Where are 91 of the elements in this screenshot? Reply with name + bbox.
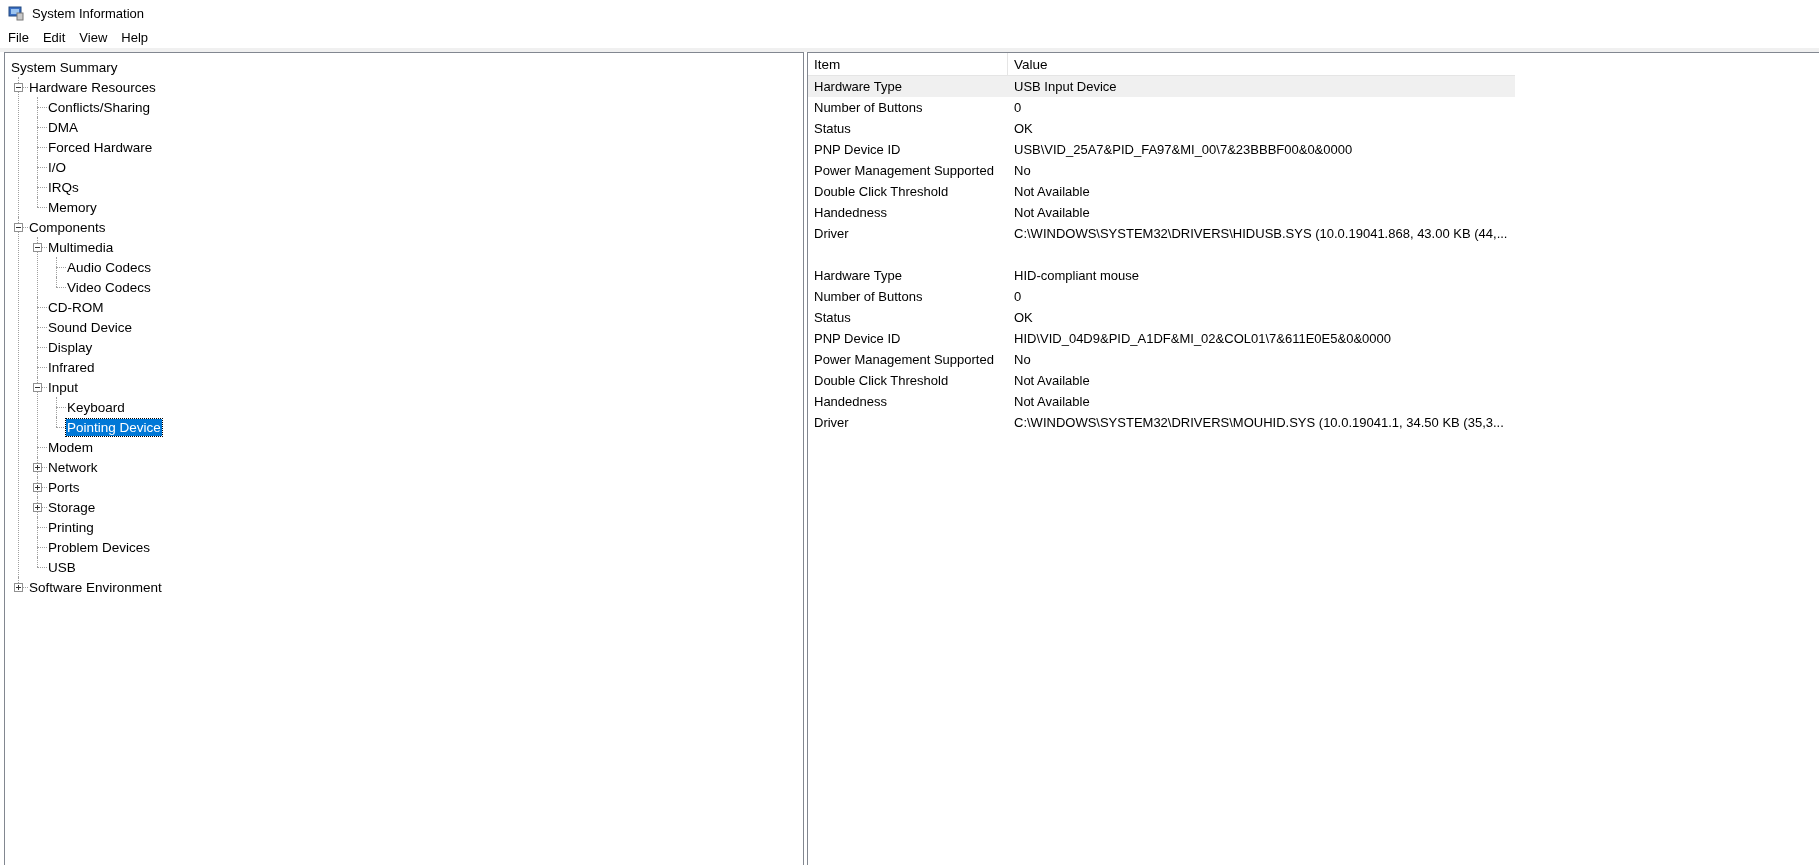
tree-item[interactable]: Conflicts/Sharing — [47, 98, 152, 116]
value-cell-text: No — [1013, 163, 1032, 178]
tree-item[interactable]: System Summary — [10, 58, 119, 76]
tree-item[interactable]: Pointing Device — [66, 418, 162, 436]
collapse-icon[interactable] — [33, 242, 42, 252]
table-row[interactable]: Power Management Supported No — [808, 349, 1516, 370]
item-cell-text: Hardware Type — [813, 268, 903, 283]
value-cell-text: Not Available — [1013, 184, 1091, 199]
table-row[interactable]: Status OK — [808, 307, 1516, 328]
table-row[interactable]: Status OK — [808, 118, 1516, 139]
value-cell-text: 0 — [1013, 289, 1023, 304]
collapse-icon[interactable] — [14, 222, 23, 232]
tree-item[interactable]: Printing — [47, 518, 95, 536]
tree-item[interactable]: Display — [47, 338, 94, 356]
tree-item[interactable]: Software Environment — [28, 578, 163, 596]
column-header[interactable]: Item — [808, 53, 1008, 75]
table-row[interactable]: Number of Buttons 0 — [808, 286, 1516, 307]
value-cell-text: C:\WINDOWS\SYSTEM32\DRIVERS\HIDUSB.SYS (10.0.19041.868, 43.00 KB (44,... — [1013, 226, 1509, 241]
tree-item[interactable]: Components — [28, 218, 107, 236]
expand-icon[interactable] — [14, 582, 23, 592]
tree-item[interactable]: CD-ROM — [47, 298, 105, 316]
table-row[interactable]: Double Click Threshold Not Available — [808, 181, 1516, 202]
table-row[interactable]: Handedness Not Available — [808, 202, 1516, 223]
collapse-icon[interactable] — [33, 382, 42, 392]
window-title: System Information — [32, 5, 144, 21]
tree-item[interactable]: Modem — [47, 438, 94, 456]
tree-item[interactable]: Multimedia — [47, 238, 115, 256]
value-cell-text: HID-compliant mouse — [1013, 268, 1140, 283]
tree-item[interactable]: Forced Hardware — [47, 138, 154, 156]
item-cell-text: Hardware Type — [813, 79, 903, 94]
item-cell-text: Double Click Threshold — [813, 184, 950, 199]
tree-item[interactable]: Storage — [47, 498, 97, 516]
table-row[interactable]: Driver C:\WINDOWS\SYSTEM32\DRIVERS\HIDUSB.SYS (10.0.19041.868, 43.00 KB (44,... — [808, 223, 1516, 244]
tree-item[interactable]: Sound Device — [47, 318, 134, 336]
menu-item[interactable]: Edit — [41, 29, 67, 45]
table-row[interactable]: Number of Buttons 0 — [808, 97, 1516, 118]
collapse-icon[interactable] — [14, 82, 23, 92]
value-cell-text: USB Input Device — [1013, 79, 1118, 94]
tree-item[interactable]: Video Codecs — [66, 278, 152, 296]
item-cell-text: Handedness — [813, 394, 888, 409]
value-cell-text: HID\VID_04D9&PID_A1DF&MI_02&COL01\7&611E0E5&0&0000 — [1013, 331, 1392, 346]
column-header[interactable]: Value — [1008, 53, 1516, 75]
value-cell-text: USB\VID_25A7&PID_FA97&MI_00\7&23BBBF00&0&0000 — [1013, 142, 1354, 157]
tree-item[interactable]: Network — [47, 458, 99, 476]
item-cell-text: Driver — [813, 415, 850, 430]
table-row[interactable]: Hardware Type USB Input Device — [808, 76, 1516, 97]
tree-item[interactable]: Keyboard — [66, 398, 126, 416]
item-cell-text: PNP Device ID — [813, 142, 902, 157]
item-cell-text: Handedness — [813, 205, 888, 220]
item-cell-text: Status — [813, 310, 852, 325]
value-cell-text: C:\WINDOWS\SYSTEM32\DRIVERS\MOUHID.SYS (10.0.19041.1, 34.50 KB (35,3... — [1013, 415, 1505, 430]
tree-item[interactable]: I/O — [47, 158, 67, 176]
table-row[interactable]: Driver C:\WINDOWS\SYSTEM32\DRIVERS\MOUHID.SYS (10.0.19041.1, 34.50 KB (35,3... — [808, 412, 1516, 433]
table-row[interactable]: Power Management Supported No — [808, 160, 1516, 181]
value-cell-text: Not Available — [1013, 205, 1091, 220]
value-cell-text: OK — [1013, 310, 1034, 325]
item-cell-text: Driver — [813, 226, 850, 241]
table-row[interactable]: PNP Device ID HID\VID_04D9&PID_A1DF&MI_02&COL01\7&611E0E5&0&0000 — [808, 328, 1516, 349]
table-row[interactable]: Double Click Threshold Not Available — [808, 370, 1516, 391]
tree-item[interactable]: IRQs — [47, 178, 80, 196]
item-cell-text: Status — [813, 121, 852, 136]
tree-item[interactable]: Hardware Resources — [28, 78, 157, 96]
value-cell-text: No — [1013, 352, 1032, 367]
value-cell-text: Not Available — [1013, 373, 1091, 388]
item-cell-text: Number of Buttons — [813, 289, 924, 304]
item-cell-text: Number of Buttons — [813, 100, 924, 115]
expand-icon[interactable] — [33, 462, 42, 472]
tree-item[interactable]: Ports — [47, 478, 81, 496]
item-cell-text: Power Management Supported — [813, 163, 995, 178]
table-row[interactable]: PNP Device ID USB\VID_25A7&PID_FA97&MI_00\7&23BBBF00&0&0000 — [808, 139, 1516, 160]
value-cell-text: Not Available — [1013, 394, 1091, 409]
item-cell-text: PNP Device ID — [813, 331, 902, 346]
tree-item[interactable]: Infrared — [47, 358, 96, 376]
item-cell-text: Power Management Supported — [813, 352, 995, 367]
tree-item[interactable]: Audio Codecs — [66, 258, 153, 276]
menu-item[interactable]: View — [78, 29, 109, 45]
expand-icon[interactable] — [33, 482, 42, 492]
tree-item[interactable]: Input — [47, 378, 80, 396]
tree-item[interactable]: Memory — [47, 198, 98, 216]
tree-item[interactable]: USB — [47, 558, 77, 576]
menu-item[interactable]: File — [7, 29, 30, 45]
menu-item[interactable]: Help — [120, 29, 150, 45]
tree-item[interactable]: Problem Devices — [47, 538, 152, 556]
item-cell-text: Double Click Threshold — [813, 373, 950, 388]
expand-icon[interactable] — [33, 502, 42, 512]
table-row[interactable]: Handedness Not Available — [808, 391, 1516, 412]
tree-item[interactable]: DMA — [47, 118, 79, 136]
value-cell-text: 0 — [1013, 100, 1023, 115]
value-cell-text: OK — [1013, 121, 1034, 136]
table-row[interactable]: Hardware Type HID-compliant mouse — [808, 265, 1516, 286]
computer-icon — [8, 5, 24, 21]
